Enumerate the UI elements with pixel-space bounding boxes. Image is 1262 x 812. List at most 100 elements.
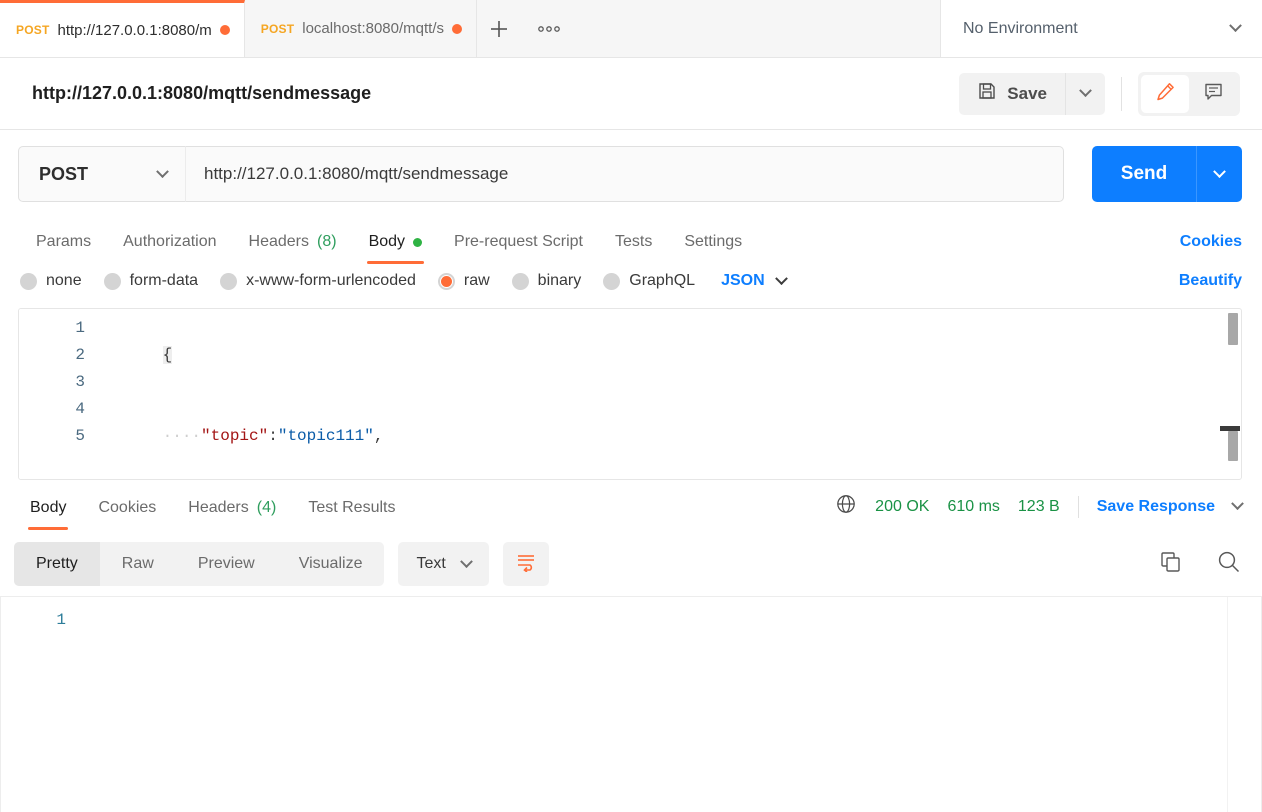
- line-number: 2: [75, 346, 85, 364]
- chevron-down-icon[interactable]: [1231, 497, 1244, 511]
- http-method-selector[interactable]: POST: [18, 146, 185, 202]
- view-mode-group: [1138, 71, 1240, 116]
- comments-button[interactable]: [1189, 75, 1237, 113]
- response-tab-headers-count: (4): [256, 499, 277, 516]
- tab-settings[interactable]: Settings: [668, 233, 758, 264]
- raw-format-selector[interactable]: JSON: [721, 271, 788, 290]
- send-options-button[interactable]: [1196, 146, 1242, 202]
- response-view-visualize[interactable]: Visualize: [277, 542, 385, 586]
- new-tab-button[interactable]: [477, 0, 521, 57]
- tab-pre-request-script-label: Pre-request Script: [454, 233, 583, 250]
- request-tab-1-label: http://127.0.0.1:8080/m: [57, 21, 212, 39]
- body-type-x-www-form-urlencoded[interactable]: x-www-form-urlencoded: [220, 272, 416, 290]
- body-type-graphql-label: GraphQL: [629, 272, 696, 289]
- chevron-down-icon: [459, 554, 473, 568]
- editor-scrollbar-thumb[interactable]: [1228, 313, 1238, 345]
- chevron-down-icon: [1079, 84, 1092, 98]
- chevron-down-icon: [1213, 164, 1226, 178]
- http-method-label: POST: [39, 163, 89, 184]
- environment-label: No Environment: [963, 19, 1078, 37]
- code-line-1: {: [101, 315, 1241, 396]
- body-type-x-www-form-urlencoded-label: x-www-form-urlencoded: [246, 272, 416, 289]
- tab-authorization[interactable]: Authorization: [107, 233, 232, 264]
- save-response-button[interactable]: Save Response: [1097, 498, 1215, 516]
- request-tab-1[interactable]: POST http://127.0.0.1:8080/m: [0, 0, 245, 57]
- body-type-graphql[interactable]: GraphQL: [603, 272, 695, 290]
- response-tab-headers[interactable]: Headers (4): [172, 499, 292, 530]
- environment-selector[interactable]: No Environment: [940, 0, 1262, 57]
- response-tab-test-results-label: Test Results: [308, 499, 396, 516]
- send-button-label: Send: [1120, 163, 1168, 184]
- response-view-mode-group: Pretty Raw Preview Visualize: [14, 542, 385, 586]
- body-type-form-data[interactable]: form-data: [103, 272, 198, 290]
- beautify-button[interactable]: Beautify: [1179, 272, 1242, 290]
- send-group: Send: [1092, 146, 1242, 202]
- request-tab-1-method: POST: [16, 23, 50, 37]
- tab-tests-label: Tests: [614, 233, 653, 250]
- radio-icon: [20, 272, 37, 290]
- response-format-selector[interactable]: Text: [398, 542, 489, 586]
- response-tab-body[interactable]: Body: [14, 499, 82, 530]
- response-view-preview[interactable]: Preview: [176, 542, 277, 586]
- raw-format-label: JSON: [721, 272, 765, 289]
- code-token: "topic": [201, 427, 269, 445]
- tab-params[interactable]: Params: [20, 233, 107, 264]
- tab-params-label: Params: [36, 233, 92, 250]
- response-view-pretty[interactable]: Pretty: [14, 542, 100, 586]
- header-divider: [1121, 76, 1122, 111]
- response-view-raw[interactable]: Raw: [100, 542, 176, 586]
- response-time: 610 ms: [947, 497, 1000, 515]
- tab-options-button[interactable]: [521, 0, 577, 57]
- response-tab-body-label: Body: [30, 499, 67, 516]
- code-token: :: [268, 427, 278, 445]
- save-button-label: Save: [1007, 83, 1047, 103]
- send-button[interactable]: Send: [1092, 146, 1196, 202]
- pencil-icon: [1155, 81, 1176, 107]
- tab-authorization-label: Authorization: [123, 233, 217, 250]
- word-wrap-icon: [515, 552, 537, 577]
- editor-scrollbar-thumb-lower[interactable]: [1228, 431, 1238, 461]
- globe-icon: [835, 493, 857, 520]
- body-type-binary[interactable]: binary: [511, 272, 582, 290]
- tab-body[interactable]: Body: [353, 233, 438, 264]
- response-body-content: [82, 597, 1262, 812]
- cookies-link[interactable]: Cookies: [1180, 233, 1242, 264]
- response-tab-cookies[interactable]: Cookies: [82, 499, 172, 530]
- edit-request-button[interactable]: [1141, 74, 1189, 113]
- request-header-bar: http://127.0.0.1:8080/mqtt/sendmessage S…: [0, 58, 1262, 130]
- editor-code-area[interactable]: { ····"topic":"topic111", ···"qos":1, ··…: [101, 309, 1241, 479]
- response-tab-test-results[interactable]: Test Results: [292, 499, 411, 530]
- response-left-edge: [0, 597, 1, 812]
- meta-divider: [1077, 495, 1079, 518]
- code-line-3: ···"qos":1,: [101, 477, 1241, 479]
- code-token: ,: [373, 427, 384, 445]
- word-wrap-button[interactable]: [502, 542, 549, 586]
- body-type-none[interactable]: none: [20, 272, 82, 290]
- request-body-editor[interactable]: 1 2 3 4 5 { ····"topic":"topic111", ···"…: [18, 308, 1242, 480]
- search-button[interactable]: [1216, 549, 1242, 580]
- response-tools: [1158, 549, 1242, 580]
- comment-icon: [1203, 81, 1224, 107]
- radio-icon: [603, 272, 621, 290]
- body-type-raw-label: raw: [463, 272, 490, 289]
- page-title: http://127.0.0.1:8080/mqtt/sendmessage: [32, 83, 372, 103]
- save-button[interactable]: Save: [959, 72, 1065, 115]
- body-type-raw[interactable]: raw: [437, 272, 490, 290]
- response-size: 123 B: [1017, 497, 1060, 515]
- request-tab-2[interactable]: POST localhost:8080/mqtt/s: [244, 0, 477, 57]
- url-input[interactable]: http://127.0.0.1:8080/mqtt/sendmessage: [185, 146, 1064, 202]
- tab-tests[interactable]: Tests: [599, 233, 668, 264]
- request-tab-bar: POST http://127.0.0.1:8080/m POST localh…: [0, 0, 1262, 58]
- editor-line-numbers: 1 2 3 4 5: [19, 309, 101, 479]
- response-body-viewer[interactable]: 1: [0, 596, 1262, 812]
- tab-pre-request-script[interactable]: Pre-request Script: [438, 233, 599, 264]
- copy-button[interactable]: [1158, 550, 1182, 579]
- request-section-tabs: Params Authorization Headers (8) Body Pr…: [0, 216, 1262, 264]
- editor-scrollbar[interactable]: [1220, 311, 1240, 477]
- tab-headers[interactable]: Headers (8): [233, 233, 353, 264]
- line-number: 1: [56, 611, 66, 629]
- body-type-binary-label: binary: [537, 272, 582, 289]
- save-options-button[interactable]: [1065, 72, 1105, 115]
- code-indent: ····: [162, 427, 202, 445]
- line-number: 4: [75, 400, 85, 418]
